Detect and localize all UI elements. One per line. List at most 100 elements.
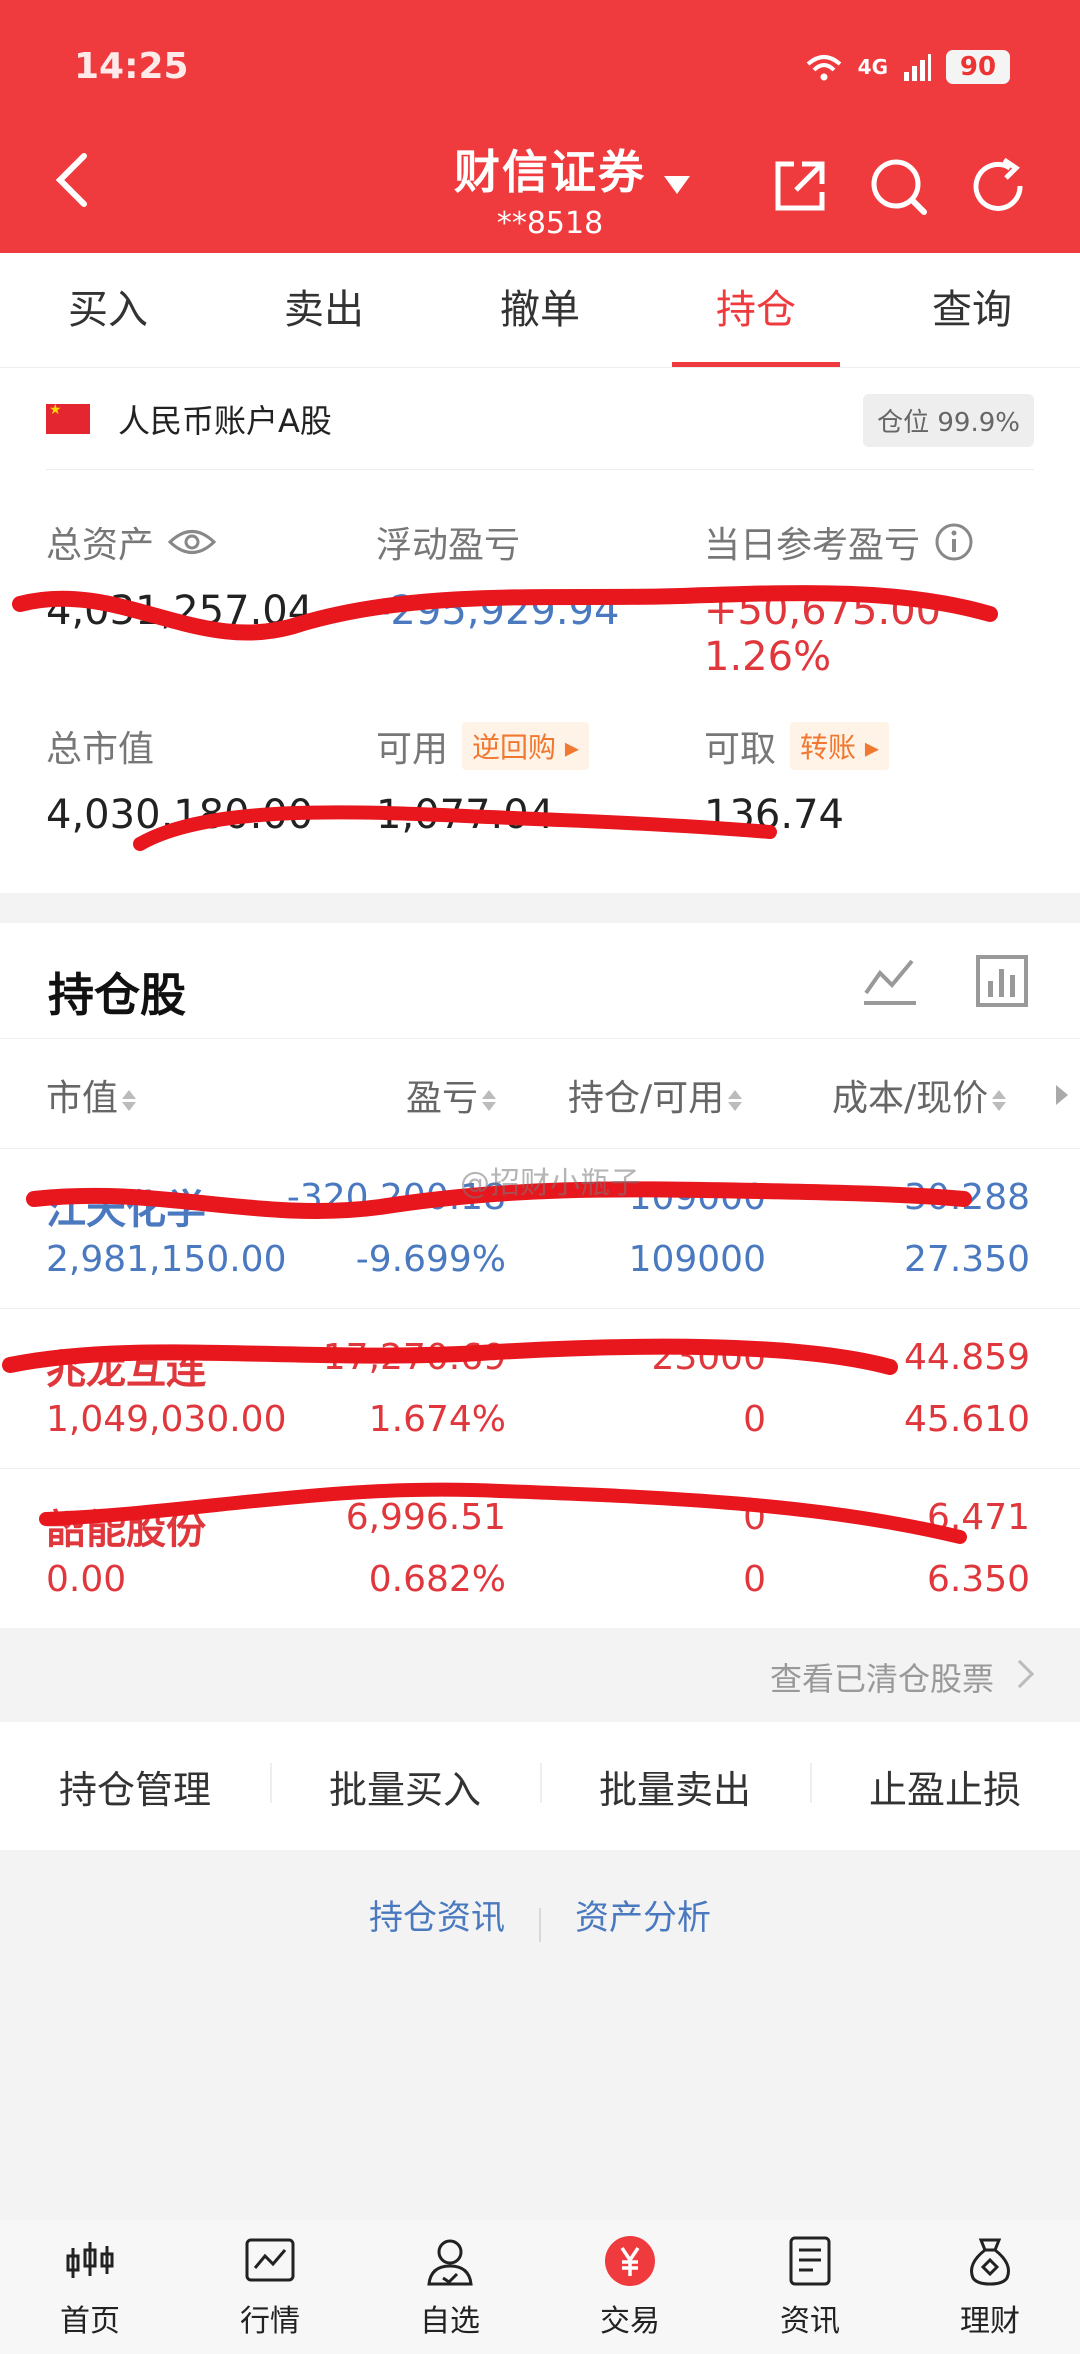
position-ratio-badge: 仓位 99.9% [863, 394, 1034, 447]
stock-market-value: 1,049,030.00 [46, 1399, 287, 1440]
info-icon[interactable] [934, 522, 974, 562]
market-value: 总市值 4,030,180.00 [46, 720, 313, 838]
stock-holding: 109000 [628, 1177, 766, 1218]
daily-pl-value: +50,675.00 1.26% [704, 588, 942, 680]
refresh-icon[interactable] [966, 154, 1030, 218]
chart-icon [245, 2238, 295, 2282]
stock-cost: 30.288 [904, 1177, 1030, 1218]
nav-label: 自选 [420, 2304, 480, 2339]
stock-available: 0 [743, 1399, 766, 1440]
stop-profit-loss-button[interactable]: 止盈止损 [810, 1759, 1080, 1814]
nav-news[interactable]: 资讯 [720, 2220, 900, 2354]
daily-pl: 当日参考盈亏 +50,675.00 1.26% [704, 516, 1080, 680]
stock-cost: 6.471 [926, 1497, 1030, 1538]
nav-market[interactable]: 行情 [180, 2220, 360, 2354]
floating-pl-label: 浮动盈亏 [376, 525, 521, 566]
position-management-button[interactable]: 持仓管理 [0, 1759, 270, 1814]
moneybag-icon [970, 2238, 1010, 2286]
holding-row[interactable]: 兆龙互连 17,270.69 23000 44.859 1,049,030.00… [0, 1309, 1080, 1469]
reverse-repo-button[interactable]: 逆回购 ▸ [462, 722, 589, 770]
tab-buy[interactable]: 买入 [0, 253, 216, 367]
column-market-value[interactable]: 市值 [46, 1069, 136, 1121]
broker-switcher[interactable]: 财信证券 **8518 [440, 136, 660, 241]
nav-label: 首页 [60, 2304, 120, 2339]
trade-tabs: 买入 卖出 撤单 持仓 查询 [0, 253, 1080, 368]
withdrawable-funds: 可取 转账 ▸ 136.74 [704, 720, 889, 838]
available-label: 可用 [376, 729, 449, 770]
sort-icon [728, 1087, 742, 1114]
nav-home[interactable]: 首页 [0, 2220, 180, 2354]
holdings-section: 持仓股 市值 盈亏 持仓/可用 成本/现价 江天化学 -320,200.18 1… [0, 923, 1080, 1628]
stock-cost: 44.859 [904, 1337, 1030, 1378]
user-icon [427, 2239, 473, 2286]
stock-pl-pct: 0.682% [368, 1559, 506, 1600]
total-assets: 总资产 4,031,257.04 [46, 516, 313, 634]
market-value-label: 总市值 [46, 729, 155, 770]
nav-wealth[interactable]: 理财 [900, 2220, 1080, 2354]
nav-watchlist[interactable]: 自选 [360, 2220, 540, 2354]
scroll-right-icon[interactable] [1056, 1085, 1068, 1105]
transfer-button[interactable]: 转账 ▸ [790, 722, 889, 770]
eye-icon[interactable] [168, 527, 217, 557]
cleared-stocks-label: 查看已清仓股票 [769, 1660, 994, 1698]
withdrawable-label: 可取 [704, 729, 777, 770]
holdings-actions: 持仓管理 批量买入 批量卖出 止盈止损 [0, 1722, 1080, 1850]
column-holding-available[interactable]: 持仓/可用 [568, 1069, 742, 1121]
column-cost-price[interactable]: 成本/现价 [832, 1069, 1006, 1121]
tab-query[interactable]: 查询 [864, 253, 1080, 367]
stock-market-value: 2,981,150.00 [46, 1239, 287, 1280]
stock-holding: 0 [743, 1497, 766, 1538]
nav-label: 理财 [960, 2304, 1020, 2339]
info-links: 持仓资讯 资产分析 [0, 1890, 1080, 1942]
tab-sell[interactable]: 卖出 [216, 253, 432, 367]
sort-icon [482, 1087, 496, 1114]
tab-holdings[interactable]: 持仓 [648, 253, 864, 367]
bottom-nav: 首页 行情 自选 交易 资讯 理财 [0, 2220, 1080, 2354]
back-icon[interactable] [46, 148, 102, 212]
holding-news-link[interactable]: 持仓资讯 [335, 1890, 539, 1939]
cleared-stocks-link[interactable]: 查看已清仓股票 [0, 1628, 1080, 1722]
bar-chart-icon[interactable] [974, 953, 1030, 1009]
batch-buy-button[interactable]: 批量买入 [270, 1759, 540, 1814]
stock-price: 6.350 [926, 1559, 1030, 1600]
account-type: 人民币账户A股 [118, 402, 332, 440]
app-header: 14:25 4G 90 财信证券 **8518 [0, 0, 1080, 253]
candlestick-icon [66, 2242, 114, 2278]
watermark: @招财小瓶子 [460, 1166, 640, 1201]
stock-price: 45.610 [904, 1399, 1030, 1440]
available-funds: 可用 逆回购 ▸ 1,077.04 [376, 720, 589, 838]
floating-pl-value: -295,929.94 [376, 588, 620, 634]
stock-name: 兆龙互连 [46, 1347, 206, 1393]
column-pl[interactable]: 盈亏 [406, 1069, 496, 1121]
search-icon[interactable] [866, 154, 930, 218]
holdings-title: 持仓股 [48, 968, 186, 1022]
stock-available: 109000 [628, 1239, 766, 1280]
dropdown-caret-icon[interactable] [662, 172, 692, 196]
broker-title: 财信证券 [454, 145, 646, 199]
account-row: 人民币账户A股 仓位 99.9% [46, 368, 1034, 470]
account-number: **8518 [496, 206, 604, 241]
stock-name: 江天化学 [46, 1187, 206, 1233]
nav-label: 交易 [600, 2304, 660, 2339]
line-chart-icon[interactable] [862, 953, 918, 1009]
floating-pl: 浮动盈亏 -295,929.94 [376, 516, 619, 634]
stock-pl-pct: 1.674% [368, 1399, 506, 1440]
stock-pl: 6,996.51 [345, 1497, 506, 1538]
tab-cancel[interactable]: 撤单 [432, 253, 648, 367]
stock-pl-pct: -9.699% [355, 1239, 506, 1280]
nav-label: 行情 [240, 2304, 300, 2339]
stock-holding: 23000 [651, 1337, 766, 1378]
signal-icon [904, 54, 931, 81]
share-icon[interactable] [768, 154, 832, 218]
batch-sell-button[interactable]: 批量卖出 [540, 1759, 810, 1814]
stock-pl: 17,270.69 [322, 1337, 506, 1378]
nav-trade[interactable]: 交易 [540, 2220, 720, 2354]
asset-analysis-link[interactable]: 资产分析 [541, 1890, 745, 1939]
china-flag-icon [46, 402, 90, 434]
stock-available: 0 [743, 1559, 766, 1600]
holding-row[interactable]: 韶能股份 6,996.51 0 6.471 0.00 0.682% 0 6.35… [0, 1469, 1080, 1629]
withdrawable-value: 136.74 [704, 792, 844, 838]
document-icon [789, 2236, 831, 2286]
status-time: 14:25 [74, 46, 189, 87]
chevron-right-icon [1005, 1659, 1035, 1689]
